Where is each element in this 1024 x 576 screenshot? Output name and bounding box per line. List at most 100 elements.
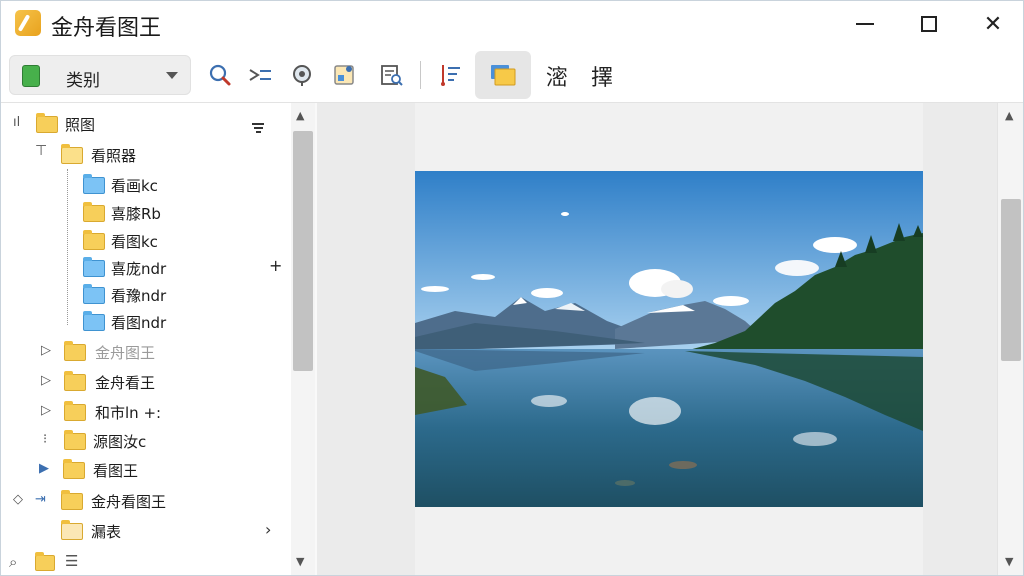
tree-item-label: 看画kc — [111, 177, 158, 195]
tree-item-row[interactable]: 喜膝Rb — [1, 199, 291, 227]
image-info-button[interactable] — [327, 57, 361, 93]
chevron-down-icon — [166, 72, 178, 79]
folder-open-icon — [61, 144, 83, 164]
landscape-photo — [415, 171, 923, 507]
toolbar: 类别 滵 擇 — [1, 47, 1023, 103]
tree-item-row[interactable]: 看图kc — [1, 227, 291, 255]
viewer-scrollbar[interactable]: ▲ ▼ — [997, 103, 1023, 575]
folder-icon — [64, 371, 86, 391]
sort-icon — [441, 65, 460, 86]
close-button[interactable]: ✕ — [963, 1, 1023, 47]
menu-icon[interactable]: ☰ — [65, 552, 78, 570]
tree-item-row[interactable]: 看图ndr — [1, 308, 291, 336]
viewer-scroll-thumb[interactable] — [1001, 199, 1021, 361]
expand-icon[interactable]: ▶ — [39, 461, 49, 476]
folder-icon — [83, 202, 105, 222]
scroll-down-icon[interactable]: ▼ — [1005, 555, 1013, 568]
folder-icon — [83, 230, 105, 250]
maximize-button[interactable] — [899, 1, 959, 47]
diamond-icon: ◇ — [13, 492, 23, 507]
folder-icon — [83, 284, 105, 304]
folder-small-icon[interactable] — [35, 552, 55, 571]
tree-item-label: 看图kc — [111, 233, 158, 251]
toolbar-text-button-1[interactable]: 滵 — [546, 60, 568, 92]
tree-item-row[interactable]: ⊤ 看照器 — [1, 141, 291, 169]
tree-item-row[interactable]: ▷ 金舟图王 — [1, 338, 291, 366]
collapse-icon[interactable]: ıl — [13, 115, 20, 130]
folder-icon — [64, 341, 86, 361]
tree-item-label: 金舟看图王 — [91, 493, 167, 511]
tree-root-row[interactable]: ıl 照图 — [1, 109, 291, 137]
search-small-icon[interactable]: ⌕ — [9, 553, 17, 571]
tree-root-label: 照图 — [65, 116, 96, 134]
tree-item-row[interactable]: 喜庞ndr + — [1, 254, 291, 282]
tree-item-row[interactable]: ▶ 看图王 — [1, 456, 291, 484]
tree-item-row[interactable]: ▷ 金舟看王 — [1, 368, 291, 396]
add-icon[interactable]: + — [269, 256, 282, 275]
document-search-button[interactable] — [375, 57, 409, 93]
picture-folder-icon — [61, 520, 83, 540]
scroll-up-icon[interactable]: ▲ — [296, 109, 304, 122]
app-title: 金舟看图王 — [51, 16, 162, 41]
app-logo-icon — [15, 10, 41, 36]
folder-icon — [83, 174, 105, 194]
minimize-button[interactable] — [835, 1, 895, 47]
folder-icon — [83, 257, 105, 277]
search-icon — [209, 64, 231, 86]
collapse-icon[interactable]: ⊤ — [35, 143, 47, 159]
scroll-up-icon[interactable]: ▲ — [1005, 109, 1013, 122]
tree-item-row[interactable]: ▷ 和市ln +: — [1, 398, 291, 426]
sort-button[interactable] — [433, 57, 467, 93]
tree-scroll-thumb[interactable] — [293, 131, 313, 371]
tree-item-label: 漏表 — [91, 523, 122, 541]
tree-item-label: 和市ln +: — [95, 404, 162, 422]
view-mode-button[interactable] — [475, 51, 531, 99]
tree-item-label: 喜庞ndr — [111, 260, 167, 278]
expand-icon[interactable]: ⇥ — [35, 492, 46, 507]
expand-icon[interactable]: ▷ — [41, 373, 51, 388]
tree-item-row[interactable]: ⁝ 源图汝c — [1, 427, 291, 455]
tree-item-row[interactable]: 看画kc — [1, 171, 291, 199]
tree-item-label: 金舟图王 — [95, 344, 156, 362]
folder-icon — [64, 401, 86, 421]
tree-item-label: 看图ndr — [111, 314, 167, 332]
tree-item-row[interactable]: ◇ ⇥ 金舟看图王 — [1, 487, 291, 515]
book-icon — [22, 65, 40, 87]
scroll-down-icon[interactable]: ▼ — [296, 555, 304, 568]
location-icon — [293, 65, 311, 86]
tree-item-label: 金舟看王 — [95, 374, 156, 392]
document-search-icon — [381, 65, 403, 86]
tag-filter-icon — [249, 69, 271, 81]
tree-item-label: 看图王 — [93, 462, 139, 480]
chevron-right-icon[interactable]: › — [265, 520, 271, 539]
tree-item-label: 源图汝c — [93, 433, 147, 451]
tree-scrollbar[interactable]: ▲ ▼ — [291, 103, 315, 575]
location-button[interactable] — [285, 57, 319, 93]
app-window: 金舟看图王 ✕ 类别 滵 擇 ıl 照图 ⊤ 看照器 看画kc 喜膝Rb 看图k… — [0, 0, 1024, 576]
folder-icon — [83, 311, 105, 331]
folder-icon — [36, 113, 58, 133]
tag-filter-button[interactable] — [243, 57, 277, 93]
tree-item-label: 喜膝Rb — [111, 205, 161, 223]
toolbar-text-button-2[interactable]: 擇 — [591, 60, 613, 92]
folder-icon — [63, 459, 85, 479]
folder-icon — [61, 490, 83, 510]
expand-icon[interactable]: ⁝ — [43, 432, 47, 447]
tree-item-row[interactable]: 漏表 › — [1, 517, 291, 545]
expand-icon[interactable]: ▷ — [41, 343, 51, 358]
filter-icon[interactable] — [251, 123, 265, 133]
preview-image[interactable] — [415, 171, 923, 507]
folder-icon — [64, 430, 86, 450]
title-bar: 金舟看图王 ✕ — [1, 1, 1023, 47]
expand-icon[interactable]: ▷ — [41, 403, 51, 418]
minimize-icon — [856, 23, 874, 25]
search-button[interactable] — [203, 57, 237, 93]
folder-view-icon — [491, 65, 516, 86]
maximize-icon — [921, 16, 937, 32]
tree-item-row[interactable]: 看豫ndr — [1, 281, 291, 309]
toolbar-separator — [420, 61, 421, 89]
close-icon: ✕ — [983, 11, 1003, 37]
image-info-icon — [334, 65, 354, 85]
folder-tree: ıl 照图 ⊤ 看照器 看画kc 喜膝Rb 看图kc 喜庞ndr + 看豫ndr… — [1, 103, 315, 575]
category-dropdown[interactable]: 类别 — [9, 55, 191, 95]
